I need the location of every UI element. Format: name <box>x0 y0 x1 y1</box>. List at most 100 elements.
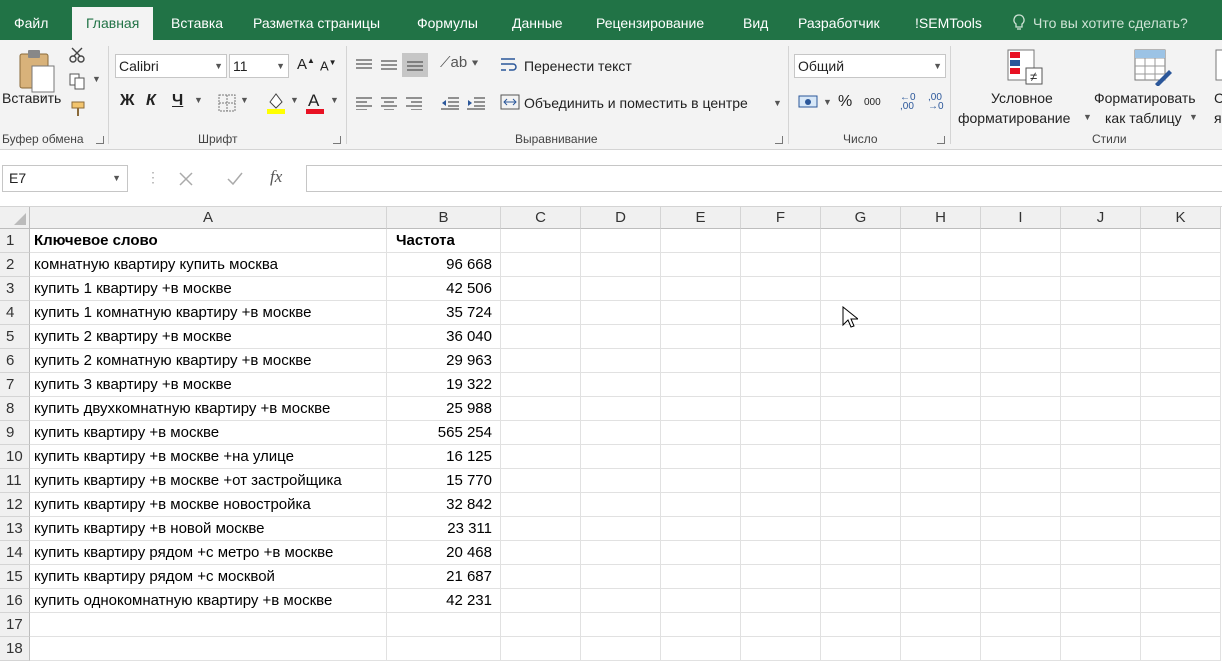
column-header-h[interactable]: H <box>901 207 981 229</box>
cell-keyword[interactable]: купить квартиру +в новой москве <box>30 517 387 541</box>
cell-empty[interactable] <box>901 229 981 253</box>
fill-color-dropdown-arrow[interactable]: ▼ <box>290 95 299 105</box>
underline-dropdown-arrow[interactable]: ▼ <box>194 95 203 105</box>
cell-empty[interactable] <box>741 589 821 613</box>
row-header[interactable]: 9 <box>0 421 30 445</box>
column-header-e[interactable]: E <box>661 207 741 229</box>
cell-empty[interactable] <box>821 397 901 421</box>
cell-empty[interactable] <box>901 397 981 421</box>
cell-empty[interactable] <box>821 229 901 253</box>
cell-empty[interactable] <box>581 493 661 517</box>
cell-frequency[interactable]: 42 506 <box>387 277 501 301</box>
cell-empty[interactable] <box>581 565 661 589</box>
cell-empty[interactable] <box>1141 349 1221 373</box>
tab-review[interactable]: Рецензирование <box>596 0 704 40</box>
cell-empty[interactable] <box>741 613 821 637</box>
cell-empty[interactable] <box>1061 253 1141 277</box>
cell-empty[interactable] <box>1061 397 1141 421</box>
cell-empty[interactable] <box>901 469 981 493</box>
cell-empty[interactable] <box>1141 421 1221 445</box>
cell-empty[interactable] <box>981 637 1061 661</box>
cell-empty[interactable] <box>981 541 1061 565</box>
cell-empty[interactable] <box>1061 589 1141 613</box>
align-center-icon[interactable] <box>380 96 398 110</box>
percent-button[interactable]: % <box>838 93 852 111</box>
cell-empty[interactable] <box>981 421 1061 445</box>
cell-empty[interactable] <box>1141 397 1221 421</box>
cell-empty[interactable] <box>581 373 661 397</box>
cell-empty[interactable] <box>741 493 821 517</box>
cell-empty[interactable] <box>661 373 741 397</box>
cell-frequency[interactable]: 16 125 <box>387 445 501 469</box>
cell-empty[interactable] <box>981 565 1061 589</box>
cell-empty[interactable] <box>1141 253 1221 277</box>
align-top-icon[interactable] <box>355 58 373 72</box>
cell-keyword[interactable]: купить 2 квартиру +в москве <box>30 325 387 349</box>
cell-empty[interactable] <box>661 469 741 493</box>
cell-empty[interactable] <box>1141 565 1221 589</box>
cell-keyword[interactable] <box>30 613 387 637</box>
cell-empty[interactable] <box>741 517 821 541</box>
insert-function-button[interactable]: fx <box>270 167 282 187</box>
cell-empty[interactable] <box>1141 277 1221 301</box>
cell-empty[interactable] <box>661 613 741 637</box>
cell-empty[interactable] <box>741 637 821 661</box>
formula-input[interactable] <box>306 165 1222 192</box>
cell-empty[interactable] <box>741 229 821 253</box>
cell-empty[interactable] <box>581 349 661 373</box>
column-header-i[interactable]: I <box>981 207 1061 229</box>
cell-empty[interactable] <box>661 397 741 421</box>
enter-icon[interactable] <box>226 171 244 187</box>
cell-empty[interactable] <box>981 589 1061 613</box>
cell-empty[interactable] <box>821 445 901 469</box>
cell-empty[interactable] <box>981 229 1061 253</box>
cell-empty[interactable] <box>661 277 741 301</box>
font-size-combo[interactable]: 11 ▼ <box>229 54 289 78</box>
format-as-table-line2[interactable]: как таблицу <box>1105 110 1182 126</box>
cell-empty[interactable] <box>821 325 901 349</box>
header-cell-frequency[interactable]: Частота <box>387 229 501 253</box>
tab-formulas[interactable]: Формулы <box>417 0 478 40</box>
cell-empty[interactable] <box>741 469 821 493</box>
row-header[interactable]: 18 <box>0 637 30 661</box>
paste-button[interactable]: Вставить <box>2 90 61 106</box>
merge-center-button[interactable]: Объединить и поместить в центре <box>524 95 748 111</box>
cell-empty[interactable] <box>1141 493 1221 517</box>
cell-frequency[interactable]: 29 963 <box>387 349 501 373</box>
column-header-j[interactable]: J <box>1061 207 1141 229</box>
font-launcher-icon[interactable] <box>333 136 341 144</box>
cell-keyword[interactable]: купить квартиру рядом +с москвой <box>30 565 387 589</box>
currency-icon[interactable] <box>798 94 820 110</box>
font-name-combo[interactable]: Calibri ▼ <box>115 54 227 78</box>
cell-empty[interactable] <box>501 277 581 301</box>
cell-empty[interactable] <box>581 469 661 493</box>
cell-empty[interactable] <box>821 253 901 277</box>
row-header[interactable]: 17 <box>0 613 30 637</box>
cell-empty[interactable] <box>501 325 581 349</box>
cell-empty[interactable] <box>501 445 581 469</box>
cell-empty[interactable] <box>981 253 1061 277</box>
cell-empty[interactable] <box>821 277 901 301</box>
cell-empty[interactable] <box>821 565 901 589</box>
cell-empty[interactable] <box>501 373 581 397</box>
font-color-icon[interactable]: A <box>304 90 326 114</box>
tab-developer[interactable]: Разработчик <box>798 0 880 40</box>
column-header-g[interactable]: G <box>821 207 901 229</box>
cell-empty[interactable] <box>741 325 821 349</box>
cell-empty[interactable] <box>501 469 581 493</box>
decrease-decimal-button[interactable]: ,00 →0 <box>928 93 944 112</box>
cell-empty[interactable] <box>581 637 661 661</box>
select-all-corner[interactable] <box>0 207 30 229</box>
cell-empty[interactable] <box>901 301 981 325</box>
cell-styles-line1[interactable]: С <box>1214 90 1222 106</box>
row-header[interactable]: 10 <box>0 445 30 469</box>
cell-keyword[interactable]: купить двухкомнатную квартиру +в москве <box>30 397 387 421</box>
number-format-combo[interactable]: Общий ▼ <box>794 54 946 78</box>
alignment-launcher-icon[interactable] <box>775 136 783 144</box>
cell-empty[interactable] <box>1061 493 1141 517</box>
cell-empty[interactable] <box>661 637 741 661</box>
cell-empty[interactable] <box>821 373 901 397</box>
fill-color-icon[interactable] <box>265 90 287 114</box>
cell-empty[interactable] <box>501 253 581 277</box>
column-header-c[interactable]: C <box>501 207 581 229</box>
